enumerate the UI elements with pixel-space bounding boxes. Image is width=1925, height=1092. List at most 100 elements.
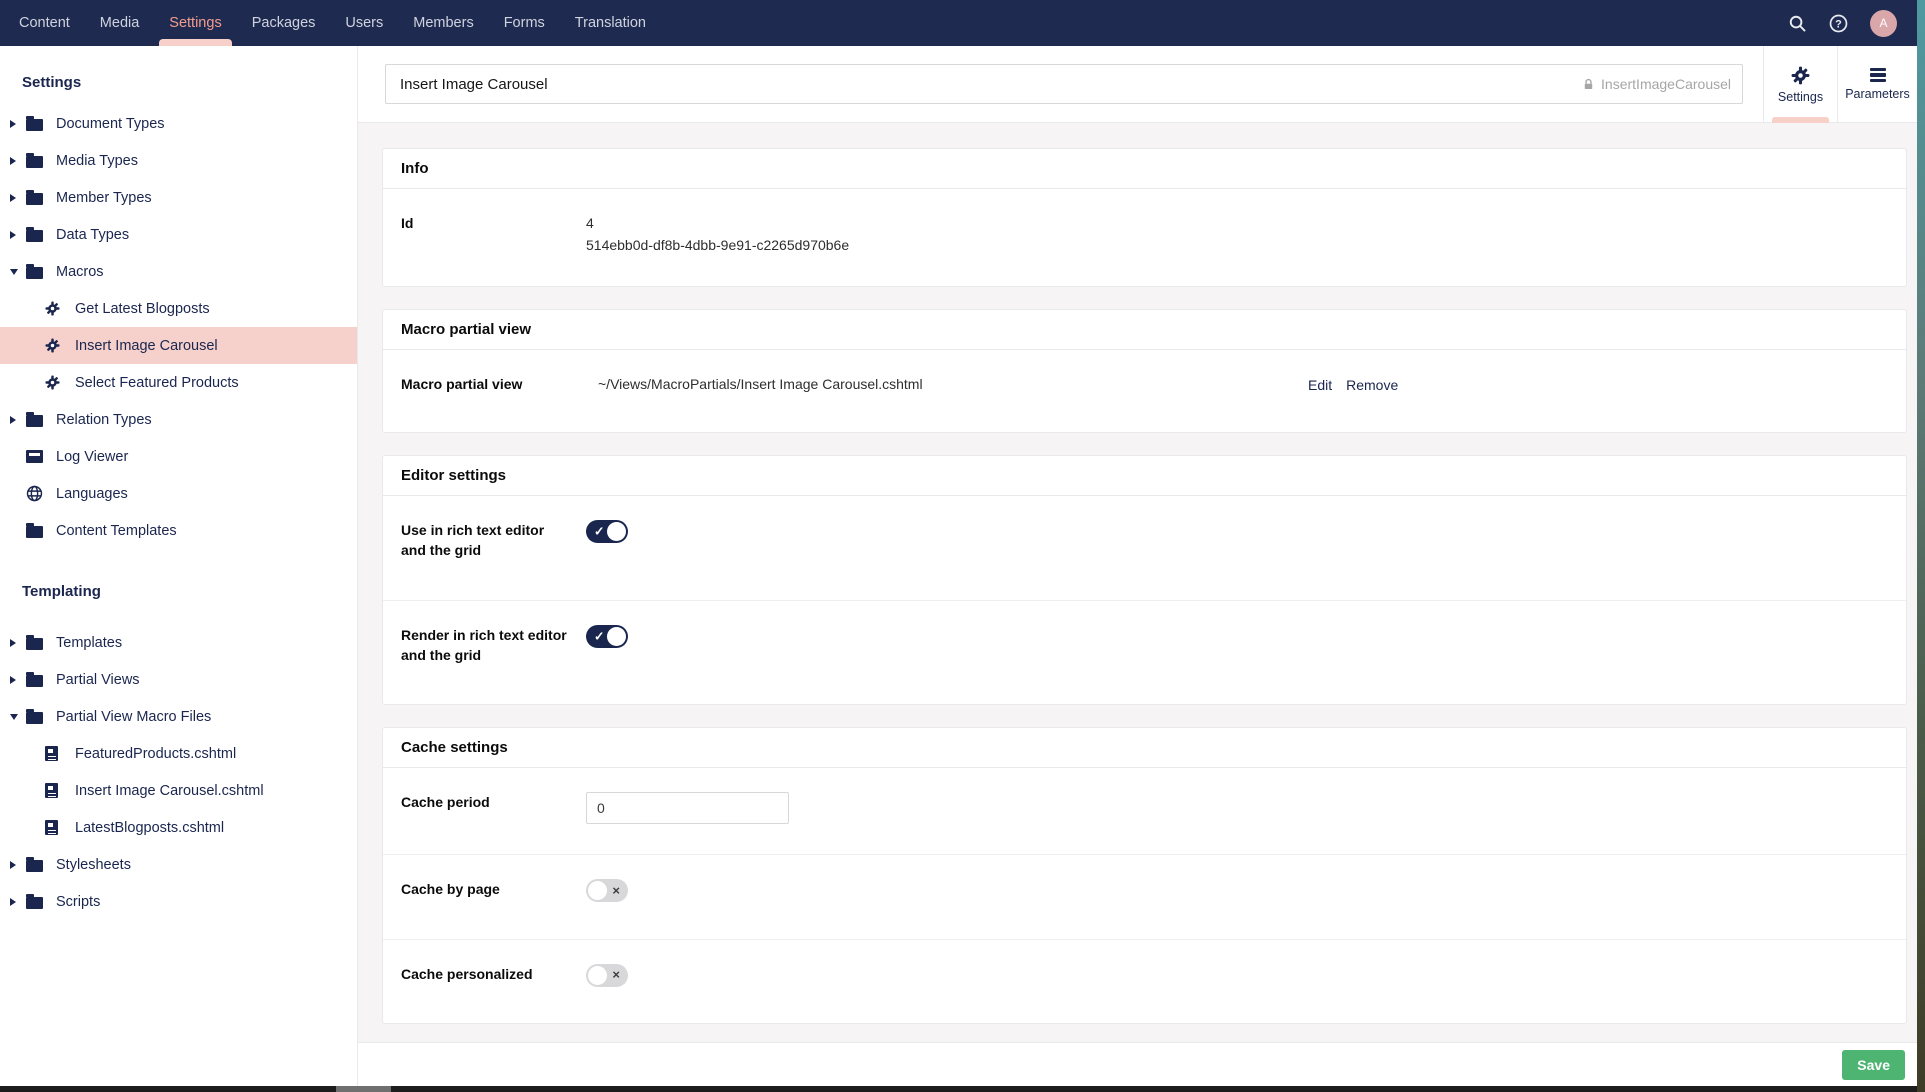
folder-icon [26, 894, 56, 909]
tree-item-latestblogposts-cshtml[interactable]: LatestBlogposts.cshtml [0, 809, 357, 846]
expand-caret-icon[interactable] [10, 416, 26, 424]
expand-caret-icon[interactable] [10, 120, 26, 128]
nav-item-settings[interactable]: Settings [154, 0, 236, 46]
cache-period-input[interactable] [586, 792, 789, 824]
tree-item-label: Document Types [56, 116, 165, 132]
tree-item-document-types[interactable]: Document Types [0, 105, 357, 142]
info-panel-title: Info [383, 149, 1906, 189]
folder-icon [26, 857, 56, 872]
macro-gear-icon [45, 301, 75, 316]
tree-item-label: Partial Views [56, 672, 140, 688]
expand-caret-icon[interactable] [10, 639, 26, 647]
tree-item-log-viewer[interactable]: Log Viewer [0, 438, 357, 475]
id-label: Id [401, 213, 586, 256]
settings-tree: Document Types Media Types Member Types … [0, 105, 357, 549]
macro-alias: InsertImageCarousel [1582, 64, 1731, 104]
expand-caret-icon[interactable] [10, 157, 26, 165]
tree-item-partial-views[interactable]: Partial Views [0, 661, 357, 698]
tree-item-insert-image-carousel-cshtml[interactable]: Insert Image Carousel.cshtml [0, 772, 357, 809]
templating-tree: Templates Partial Views Partial View Mac… [0, 624, 357, 920]
toggle-knob [588, 881, 607, 900]
cache-settings-panel: Cache settings Cache period Cache by pag… [382, 727, 1907, 1024]
nav-item-media[interactable]: Media [85, 0, 155, 46]
use-in-rte-row: Use in rich text editor and the grid ✓ [383, 496, 1906, 600]
expand-caret-icon[interactable] [10, 231, 26, 239]
save-button[interactable]: Save [1842, 1050, 1905, 1080]
use-in-rte-toggle-on[interactable]: ✓ [586, 520, 628, 543]
tree-item-label: Partial View Macro Files [56, 709, 211, 725]
tab-parameters[interactable]: Parameters [1837, 46, 1917, 123]
folder-icon [26, 523, 56, 538]
collapse-caret-icon[interactable] [10, 269, 26, 275]
user-avatar[interactable]: A [1870, 10, 1897, 37]
expand-caret-icon[interactable] [10, 194, 26, 202]
folder-icon [26, 227, 56, 242]
cache-period-row: Cache period [383, 768, 1906, 854]
tree-item-get-latest-blogposts[interactable]: Get Latest Blogposts [0, 290, 357, 327]
scrollbar-thumb[interactable] [336, 1086, 391, 1092]
document-icon [45, 820, 75, 835]
folder-icon [26, 635, 56, 650]
folder-icon [26, 153, 56, 168]
nav-item-members[interactable]: Members [398, 0, 488, 46]
tree-item-select-featured-products[interactable]: Select Featured Products [0, 364, 357, 401]
editor-settings-panel-title: Editor settings [383, 456, 1906, 496]
tree-item-media-types[interactable]: Media Types [0, 142, 357, 179]
tree-item-partial-view-macro-files[interactable]: Partial View Macro Files [0, 698, 357, 735]
macro-partial-view-label: Macro partial view [401, 374, 586, 396]
tree-item-languages[interactable]: Languages [0, 475, 357, 512]
tree-item-label: Insert Image Carousel [75, 338, 218, 354]
search-icon[interactable] [1788, 14, 1807, 33]
toggle-knob [607, 627, 626, 646]
cross-icon: × [612, 965, 620, 985]
sidebar-section-title-templating: Templating [22, 583, 357, 600]
folder-icon [26, 264, 56, 279]
nav-item-users[interactable]: Users [330, 0, 398, 46]
folder-icon [26, 412, 56, 427]
expand-caret-icon[interactable] [10, 898, 26, 906]
folder-icon [26, 709, 56, 724]
partial-view-path: ~/Views/MacroPartials/Insert Image Carou… [598, 374, 923, 396]
tab-settings[interactable]: Settings [1763, 46, 1837, 123]
nav-item-forms[interactable]: Forms [489, 0, 560, 46]
document-icon [45, 783, 75, 798]
document-icon [45, 746, 75, 761]
macro-partial-view-panel: Macro partial view Macro partial view ~/… [382, 309, 1907, 433]
tree-item-label: Log Viewer [56, 449, 128, 465]
settings-tree-sidebar: Settings Document Types Media Types Memb… [0, 46, 358, 1086]
tree-item-label: Media Types [56, 153, 138, 169]
nav-item-packages[interactable]: Packages [237, 0, 331, 46]
render-in-rte-toggle-on[interactable]: ✓ [586, 625, 628, 648]
cache-by-page-label: Cache by page [401, 879, 586, 909]
tree-item-insert-image-carousel[interactable]: Insert Image Carousel [0, 327, 357, 364]
expand-caret-icon[interactable] [10, 676, 26, 684]
nav-item-translation[interactable]: Translation [560, 0, 661, 46]
list-icon [1870, 68, 1886, 82]
tree-item-member-types[interactable]: Member Types [0, 179, 357, 216]
log-box-icon [26, 450, 56, 463]
tree-item-relation-types[interactable]: Relation Types [0, 401, 357, 438]
help-icon[interactable]: ? [1829, 14, 1848, 33]
macro-name-input[interactable] [385, 64, 1743, 104]
tree-item-content-templates[interactable]: Content Templates [0, 512, 357, 549]
nav-item-content[interactable]: Content [4, 0, 85, 46]
editor-header: InsertImageCarousel Settings Parameters [358, 46, 1917, 123]
expand-caret-icon[interactable] [10, 861, 26, 869]
tree-item-data-types[interactable]: Data Types [0, 216, 357, 253]
remove-link[interactable]: Remove [1346, 377, 1398, 393]
tree-item-label: Templates [56, 635, 122, 651]
tree-item-scripts[interactable]: Scripts [0, 883, 357, 920]
collapse-caret-icon[interactable] [10, 714, 26, 720]
tree-item-macros[interactable]: Macros [0, 253, 357, 290]
desktop-edge-strip [1917, 0, 1925, 1092]
tree-item-stylesheets[interactable]: Stylesheets [0, 846, 357, 883]
tree-item-label: Languages [56, 486, 128, 502]
tree-item-featuredproducts-cshtml[interactable]: FeaturedProducts.cshtml [0, 735, 357, 772]
cache-personalized-toggle-off[interactable]: × [586, 964, 628, 987]
tree-item-templates[interactable]: Templates [0, 624, 357, 661]
toggle-knob [588, 966, 607, 985]
edit-link[interactable]: Edit [1308, 377, 1332, 393]
cache-by-page-toggle-off[interactable]: × [586, 879, 628, 902]
editor-settings-panel: Editor settings Use in rich text editor … [382, 455, 1907, 705]
cache-by-page-row: Cache by page × [383, 854, 1906, 939]
